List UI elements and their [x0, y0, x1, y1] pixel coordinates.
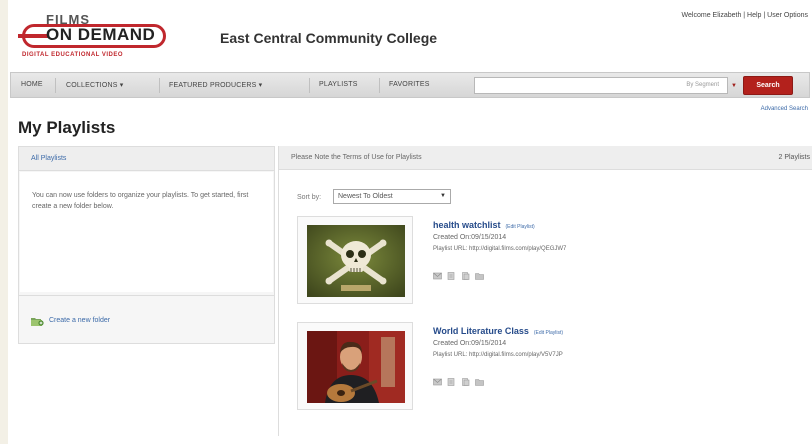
search-input[interactable]: By Segment [474, 77, 728, 94]
chevron-down-icon: ▼ [440, 193, 446, 199]
playlists-panel: Please Note the Terms of Use for Playlis… [278, 146, 812, 436]
skull-crossbones-image [307, 225, 405, 297]
playlist-title-text: World Literature Class [433, 326, 529, 336]
man-with-guitar-image [307, 331, 405, 403]
folders-info-text: You can now use folders to organize your… [20, 172, 273, 292]
move-to-folder-icon[interactable] [475, 378, 484, 386]
sort-select-value: Newest To Oldest [338, 193, 393, 200]
edit-playlist-link[interactable]: (Edit Playlist) [506, 224, 535, 230]
playlist-url[interactable]: Playlist URL: http://digital.films.com/p… [433, 352, 563, 358]
copy-icon[interactable] [461, 272, 470, 280]
search-button[interactable]: Search [743, 76, 793, 95]
films-on-demand-logo[interactable]: FILMS ON DEMAND DIGITAL EDUCATIONAL VIDE… [18, 12, 168, 62]
sort-label: Sort by: [297, 194, 322, 201]
logo-tagline: DIGITAL EDUCATIONAL VIDEO [22, 52, 124, 58]
move-to-folder-icon[interactable] [475, 272, 484, 280]
search-type-dropdown-icon[interactable]: ▼ [731, 83, 737, 89]
page: FILMS ON DEMAND DIGITAL EDUCATIONAL VIDE… [8, 0, 812, 444]
playlist-thumbnail[interactable] [297, 216, 413, 304]
nav-playlists[interactable]: PLAYLISTS [319, 81, 358, 88]
copy-icon[interactable] [461, 378, 470, 386]
nav-separator [309, 78, 310, 93]
playlist-thumbnail[interactable] [297, 322, 413, 410]
all-playlists-tab[interactable]: All Playlists [19, 147, 274, 171]
email-icon[interactable] [433, 272, 442, 280]
playlist-url[interactable]: Playlist URL: http://digital.films.com/p… [433, 246, 566, 252]
nav-favorites[interactable]: FAVORITES [389, 81, 430, 88]
nav-separator [379, 78, 380, 93]
add-folder-icon[interactable] [31, 317, 44, 326]
page-title: My Playlists [18, 118, 116, 137]
terms-of-use-link[interactable]: Please Note the Terms of Use for Playlis… [291, 154, 422, 161]
sort-select[interactable]: Newest To Oldest ▼ [333, 189, 451, 204]
email-icon[interactable] [433, 378, 442, 386]
advanced-search-link[interactable]: Advanced Search [761, 106, 808, 112]
nav-home[interactable]: HOME [21, 81, 43, 88]
nav-featured-producers[interactable]: FEATURED PRODUCERS ▾ [169, 81, 262, 89]
playlist-count: 2 Playlists [778, 154, 810, 161]
main-nav-bar: HOME COLLECTIONS ▾ FEATURED PRODUCERS ▾ … [10, 72, 810, 98]
create-folder-link[interactable]: Create a new folder [49, 317, 110, 324]
folders-panel: All Playlists You can now use folders to… [18, 146, 275, 344]
college-name: East Central Community College [220, 30, 438, 46]
share-icon[interactable] [447, 272, 456, 280]
nav-separator [55, 78, 56, 93]
folders-footer: Create a new folder [19, 295, 274, 343]
playlists-panel-header: Please Note the Terms of Use for Playlis… [279, 146, 812, 170]
playlist-title-link[interactable]: health watchlist (Edit Playlist) [433, 220, 535, 230]
playlist-created-date: Created On:09/15/2014 [433, 340, 507, 347]
share-icon[interactable] [447, 378, 456, 386]
playlist-created-date: Created On:09/15/2014 [433, 234, 507, 241]
playlist-item: World Literature Class (Edit Playlist) Cr… [297, 322, 797, 414]
nav-collections[interactable]: COLLECTIONS ▾ [66, 81, 123, 89]
logo-main-text: ON DEMAND [46, 25, 156, 44]
playlist-title-text: health watchlist [433, 220, 501, 230]
edit-playlist-link[interactable]: (Edit Playlist) [534, 330, 563, 336]
welcome-user-links[interactable]: Welcome Elizabeth | Help | User Options [682, 12, 808, 19]
nav-separator [159, 78, 160, 93]
playlist-item: health watchlist (Edit Playlist) Created … [297, 216, 797, 308]
logo-arrow-shape [18, 34, 48, 38]
playlist-title-link[interactable]: World Literature Class (Edit Playlist) [433, 326, 563, 336]
